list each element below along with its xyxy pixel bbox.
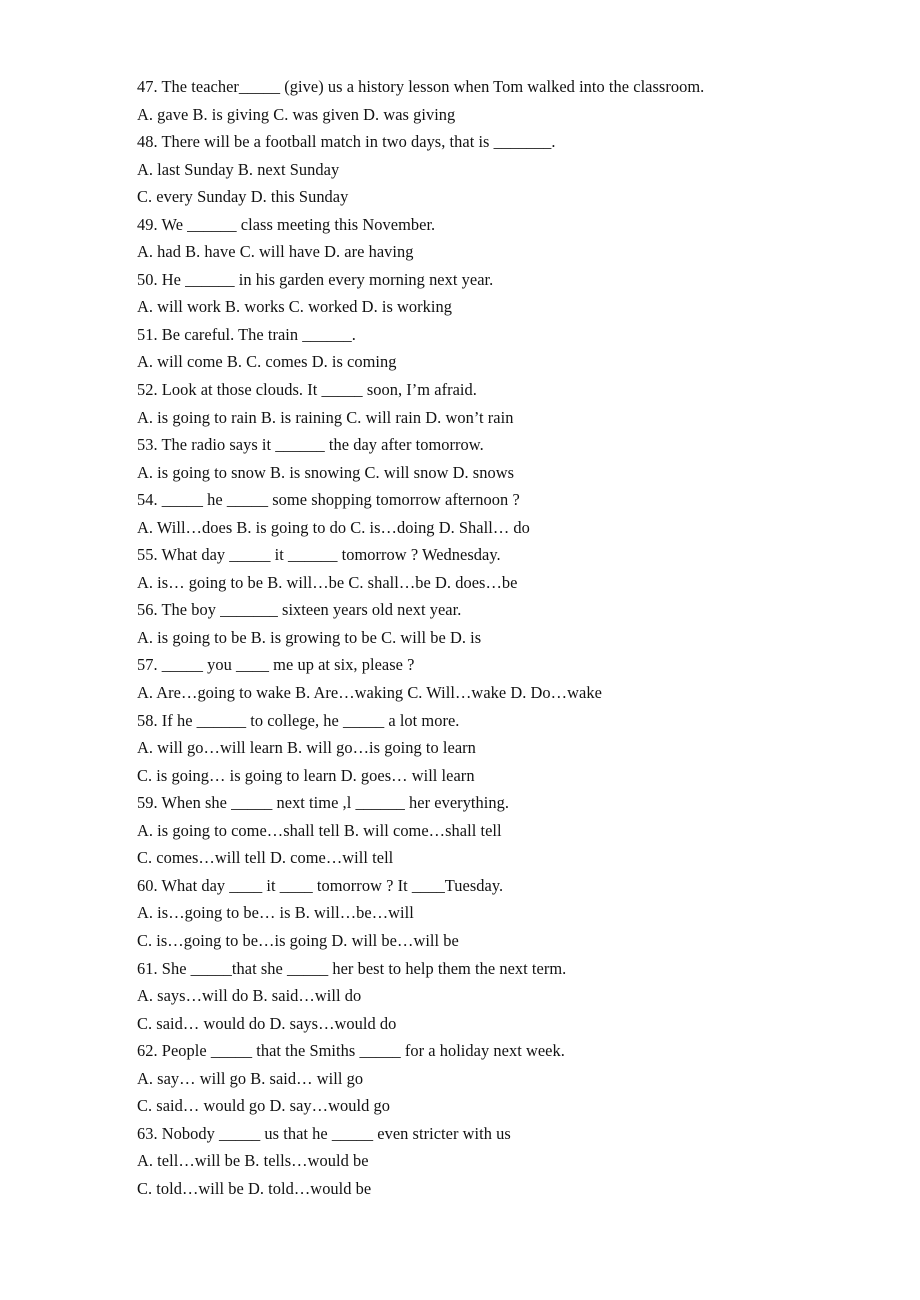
question-line-54: 54. _____ he _____ some shopping tomorro…: [137, 490, 520, 510]
answer-options-line-47: A. gave B. is giving C. was given D. was…: [137, 104, 456, 124]
answer-options-line-48: C. every Sunday D. this Sunday: [137, 187, 349, 207]
question-line-48: 48. There will be a football match in tw…: [137, 132, 556, 152]
question-line-50: 50. He ______ in his garden every mornin…: [137, 269, 494, 289]
question-line-47: 47. The teacher_____ (give) us a history…: [137, 77, 705, 96]
question-line-58: 58. If he ______ to college, he _____ a …: [137, 710, 460, 730]
worksheet-text-block: 47. The teacher_____ (give) us a history…: [137, 73, 837, 1202]
answer-options-line-57: A. Are…going to wake B. Are…waking C. Wi…: [137, 683, 602, 703]
question-line-51: 51. Be careful. The train ______.: [137, 324, 356, 344]
answer-options-line-49: A. had B. have C. will have D. are havin…: [137, 242, 414, 262]
answer-options-line-60: C. is…going to be…is going D. will be…wi…: [137, 930, 459, 950]
answer-options-line-62: C. said… would go D. say…would go: [137, 1096, 390, 1116]
question-line-55: 55. What day _____ it ______ tomorrow ? …: [137, 545, 501, 565]
answer-options-line-52: A. is going to rain B. is raining C. wil…: [137, 407, 514, 427]
document-page: 47. The teacher_____ (give) us a history…: [0, 0, 920, 1300]
answer-options-line-54: A. Will…does B. is going to do C. is…doi…: [137, 517, 530, 537]
answer-options-line-58: C. is going… is going to learn D. goes… …: [137, 765, 475, 785]
answer-options-line-63: C. told…will be D. told…would be: [137, 1178, 372, 1198]
answer-options-line-53: A. is going to snow B. is snowing C. wil…: [137, 462, 515, 482]
answer-options-line-58: A. will go…will learn B. will go…is goin…: [137, 738, 476, 758]
answer-options-line-56: A. is going to be B. is growing to be C.…: [137, 627, 482, 647]
answer-options-line-61: A. says…will do B. said…will do: [137, 986, 362, 1006]
question-line-53: 53. The radio says it ______ the day aft…: [137, 435, 484, 455]
question-line-63: 63. Nobody _____ us that he _____ even s…: [137, 1123, 511, 1143]
answer-options-line-60: A. is…going to be… is B. will…be…will: [137, 903, 414, 923]
answer-options-line-50: A. will work B. works C. worked D. is wo…: [137, 297, 453, 317]
question-line-49: 49. We ______ class meeting this Novembe…: [137, 214, 436, 234]
answer-options-line-59: C. comes…will tell D. come…will tell: [137, 848, 394, 868]
question-line-62: 62. People _____ that the Smiths _____ f…: [137, 1041, 565, 1061]
question-line-60: 60. What day ____ it ____ tomorrow ? It …: [137, 875, 504, 895]
answer-options-line-59: A. is going to come…shall tell B. will c…: [137, 820, 502, 840]
answer-options-line-51: A. will come B. C. comes D. is coming: [137, 352, 397, 372]
question-line-56: 56. The boy _______ sixteen years old ne…: [137, 600, 462, 620]
question-line-57: 57. _____ you ____ me up at six, please …: [137, 655, 415, 675]
answer-options-line-48: A. last Sunday B. next Sunday: [137, 159, 340, 179]
question-line-52: 52. Look at those clouds. It _____ soon,…: [137, 380, 477, 400]
answer-options-line-63: A. tell…will be B. tells…would be: [137, 1151, 369, 1171]
question-line-59: 59. When she _____ next time ,l ______ h…: [137, 793, 510, 813]
answer-options-line-62: A. say… will go B. said… will go: [137, 1068, 364, 1088]
answer-options-line-55: A. is… going to be B. will…be C. shall…b…: [137, 572, 518, 592]
question-line-61: 61. She _____that she _____ her best to …: [137, 958, 567, 978]
answer-options-line-61: C. said… would do D. says…would do: [137, 1013, 397, 1033]
